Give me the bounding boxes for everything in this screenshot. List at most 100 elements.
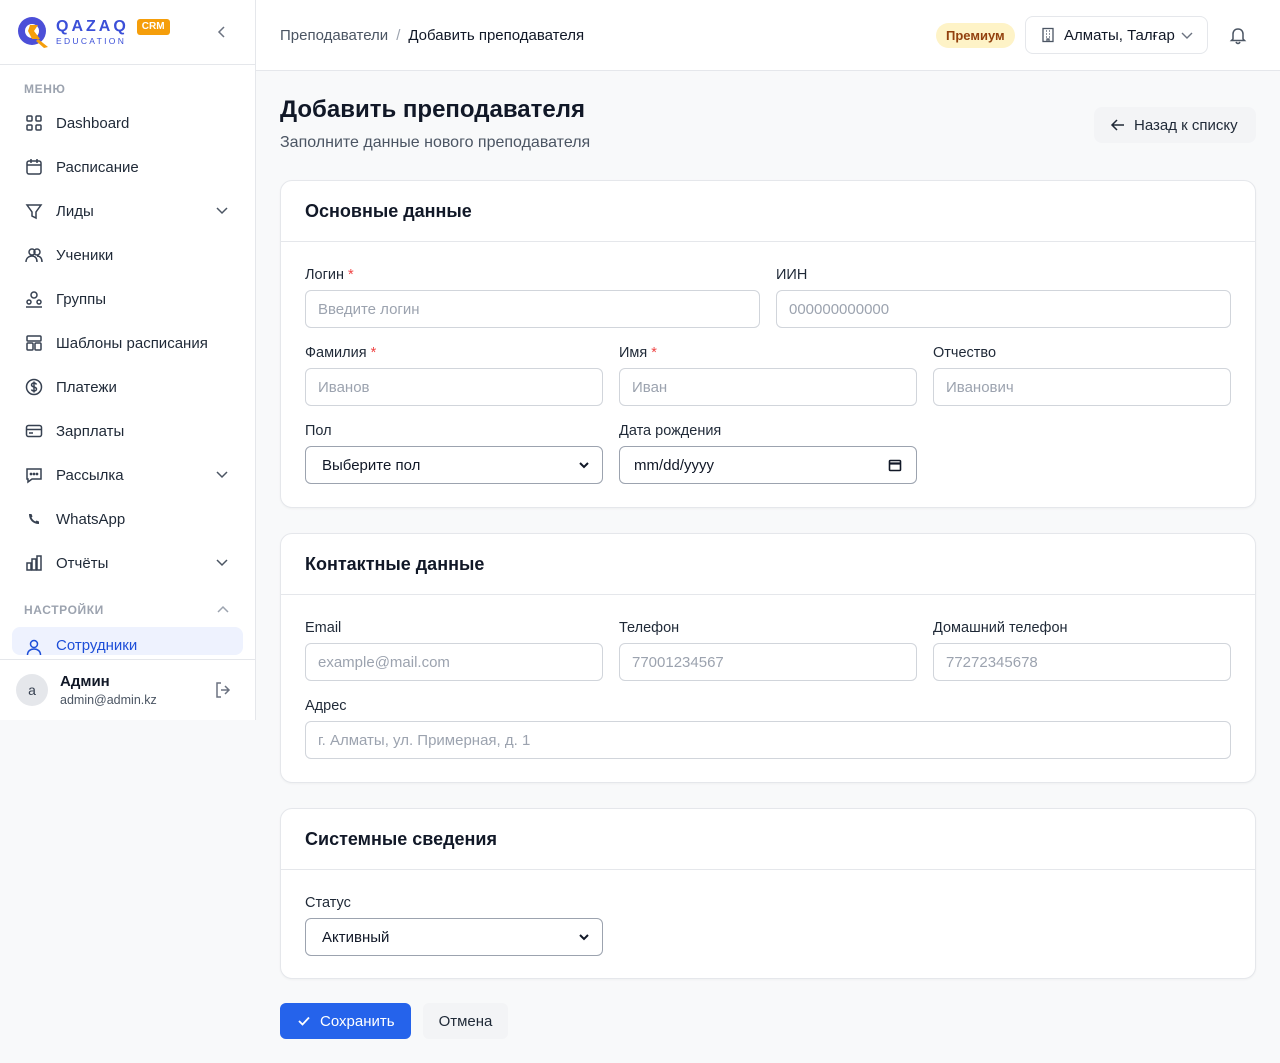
top-header: Преподаватели / Добавить преподавателя П…	[256, 0, 1280, 71]
bell-icon[interactable]	[1228, 25, 1248, 45]
sidebar-item-whatsapp[interactable]: WhatsApp	[0, 497, 255, 541]
gender-field-group: Пол Выберите пол	[305, 423, 603, 484]
chevron-down-icon	[579, 934, 589, 941]
funnel-icon	[24, 201, 44, 221]
sidebar-item-label: Ученики	[56, 246, 114, 264]
user-icon	[24, 637, 44, 655]
breadcrumb-parent[interactable]: Преподаватели	[280, 27, 388, 44]
sidebar-item-mailing[interactable]: Рассылка	[0, 453, 255, 497]
sidebar-item-label: Группы	[56, 290, 106, 308]
menu-section-label: МЕНЮ	[24, 82, 66, 96]
iin-field-group: ИИН 000000000000	[776, 267, 1231, 328]
address-field-group: Адрес г. Алматы, ул. Примерная, д. 1	[305, 698, 1231, 759]
lastname-field-group: Фамилия * Иванов	[305, 345, 603, 406]
logo-row: QAZAQ CRM EDUCATION	[0, 0, 255, 65]
firstname-input[interactable]: Иван	[619, 368, 917, 406]
logout-icon[interactable]	[213, 680, 233, 700]
sidebar-item-schedule[interactable]: Расписание	[0, 145, 255, 189]
sidebar: QAZAQ CRM EDUCATION МЕНЮ Dashboard Распис…	[0, 0, 256, 720]
user-email: admin@admin.kz	[60, 693, 157, 707]
middlename-input[interactable]: Иванович	[933, 368, 1231, 406]
sidebar-item-leads[interactable]: Лиды	[0, 189, 255, 233]
sidebar-item-label: Рассылка	[56, 466, 124, 484]
gender-label: Пол	[305, 423, 332, 439]
sidebar-item-staff[interactable]: Сотрудники	[12, 627, 243, 655]
chevron-down-icon	[1181, 32, 1193, 39]
sidebar-item-groups[interactable]: Группы	[0, 277, 255, 321]
logo-brand: QAZAQ	[56, 17, 129, 35]
sidebar-item-label: Отчёты	[56, 554, 109, 572]
required-mark: *	[370, 345, 377, 361]
calendar-icon[interactable]	[888, 458, 902, 472]
lastname-input[interactable]: Иванов	[305, 368, 603, 406]
contact-info-card: Контактные данные Email example@mail.com…	[280, 533, 1256, 783]
plan-badge: Премиум	[936, 23, 1015, 48]
dollar-icon	[24, 377, 44, 397]
firstname-field-group: Имя * Иван	[619, 345, 917, 406]
branch-label: Алматы, Талғар	[1064, 26, 1175, 44]
page-title: Добавить преподавателя	[280, 96, 585, 123]
home-phone-field-group: Домашний телефон 77272345678	[933, 620, 1231, 681]
sidebar-item-label: Лиды	[56, 202, 94, 220]
birthdate-field-group: Дата рождения mm/dd/yyyy	[619, 423, 917, 484]
login-input[interactable]: Введите логин	[305, 290, 760, 328]
chevron-left-icon	[217, 26, 225, 38]
settings-section-label[interactable]: НАСТРОЙКИ	[0, 603, 255, 617]
required-mark: *	[651, 345, 657, 361]
user-profile[interactable]: a Админ admin@admin.kz	[0, 659, 255, 720]
breadcrumb: Преподаватели / Добавить преподавателя	[280, 27, 584, 44]
sidebar-item-label: Зарплаты	[56, 422, 125, 440]
phone-label: Телефон	[619, 620, 680, 636]
sidebar-item-payments[interactable]: Платежи	[0, 365, 255, 409]
dashboard-icon	[24, 113, 44, 133]
address-label: Адрес	[305, 698, 347, 714]
email-label: Email	[305, 620, 342, 636]
middlename-field-group: Отчество Иванович	[933, 345, 1231, 406]
status-select[interactable]: Активный	[305, 918, 603, 956]
sidebar-item-templates[interactable]: Шаблоны расписания	[0, 321, 255, 365]
check-icon	[298, 1016, 310, 1026]
breadcrumb-current: Добавить преподавателя	[408, 27, 585, 44]
branch-selector[interactable]: Алматы, Талғар	[1025, 16, 1208, 54]
chevron-down-icon[interactable]	[213, 553, 231, 571]
address-input[interactable]: г. Алматы, ул. Примерная, д. 1	[305, 721, 1231, 759]
card-title: Основные данные	[281, 181, 1255, 242]
login-field-group: Логин * Введите логин	[305, 267, 760, 328]
collapse-sidebar-button[interactable]	[212, 22, 232, 42]
gender-select[interactable]: Выберите пол	[305, 446, 603, 484]
back-to-list-button[interactable]: Назад к списку	[1094, 107, 1256, 143]
page-subtitle: Заполните данные нового преподавателя	[280, 134, 591, 151]
sidebar-item-salaries[interactable]: Зарплаты	[0, 409, 255, 453]
status-label: Статус	[305, 895, 351, 911]
message-icon	[24, 465, 44, 485]
logo-text[interactable]: QAZAQ CRM EDUCATION	[56, 17, 170, 46]
save-button[interactable]: Сохранить	[280, 1003, 411, 1039]
user-name: Админ	[60, 673, 110, 690]
sidebar-item-students[interactable]: Ученики	[0, 233, 255, 277]
sidebar-item-reports[interactable]: Отчёты	[0, 541, 255, 585]
gender-value: Выберите пол	[322, 456, 421, 474]
iin-input[interactable]: 000000000000	[776, 290, 1231, 328]
phone-input[interactable]: 77001234567	[619, 643, 917, 681]
middlename-label: Отчество	[933, 345, 997, 361]
home-phone-input[interactable]: 77272345678	[933, 643, 1231, 681]
logo-icon[interactable]	[16, 15, 52, 49]
firstname-label: Имя *	[619, 345, 657, 361]
card-title: Контактные данные	[281, 534, 1255, 595]
chevron-down-icon[interactable]	[213, 201, 231, 219]
birthdate-label: Дата рождения	[619, 423, 722, 439]
chart-icon	[24, 553, 44, 573]
required-mark: *	[348, 267, 354, 283]
chevron-down-icon[interactable]	[213, 465, 231, 483]
birthdate-input[interactable]: mm/dd/yyyy	[619, 446, 917, 484]
home-phone-label: Домашний телефон	[933, 620, 1068, 636]
phone-field-group: Телефон 77001234567	[619, 620, 917, 681]
sidebar-item-label: Шаблоны расписания	[56, 334, 208, 352]
settings-label: НАСТРОЙКИ	[24, 603, 104, 617]
card-title: Системные сведения	[281, 809, 1255, 870]
chevron-up-icon[interactable]	[215, 602, 231, 618]
sidebar-item-dashboard[interactable]: Dashboard	[0, 101, 255, 145]
cancel-button[interactable]: Отмена	[423, 1003, 508, 1039]
status-value: Активный	[322, 928, 390, 946]
email-input[interactable]: example@mail.com	[305, 643, 603, 681]
